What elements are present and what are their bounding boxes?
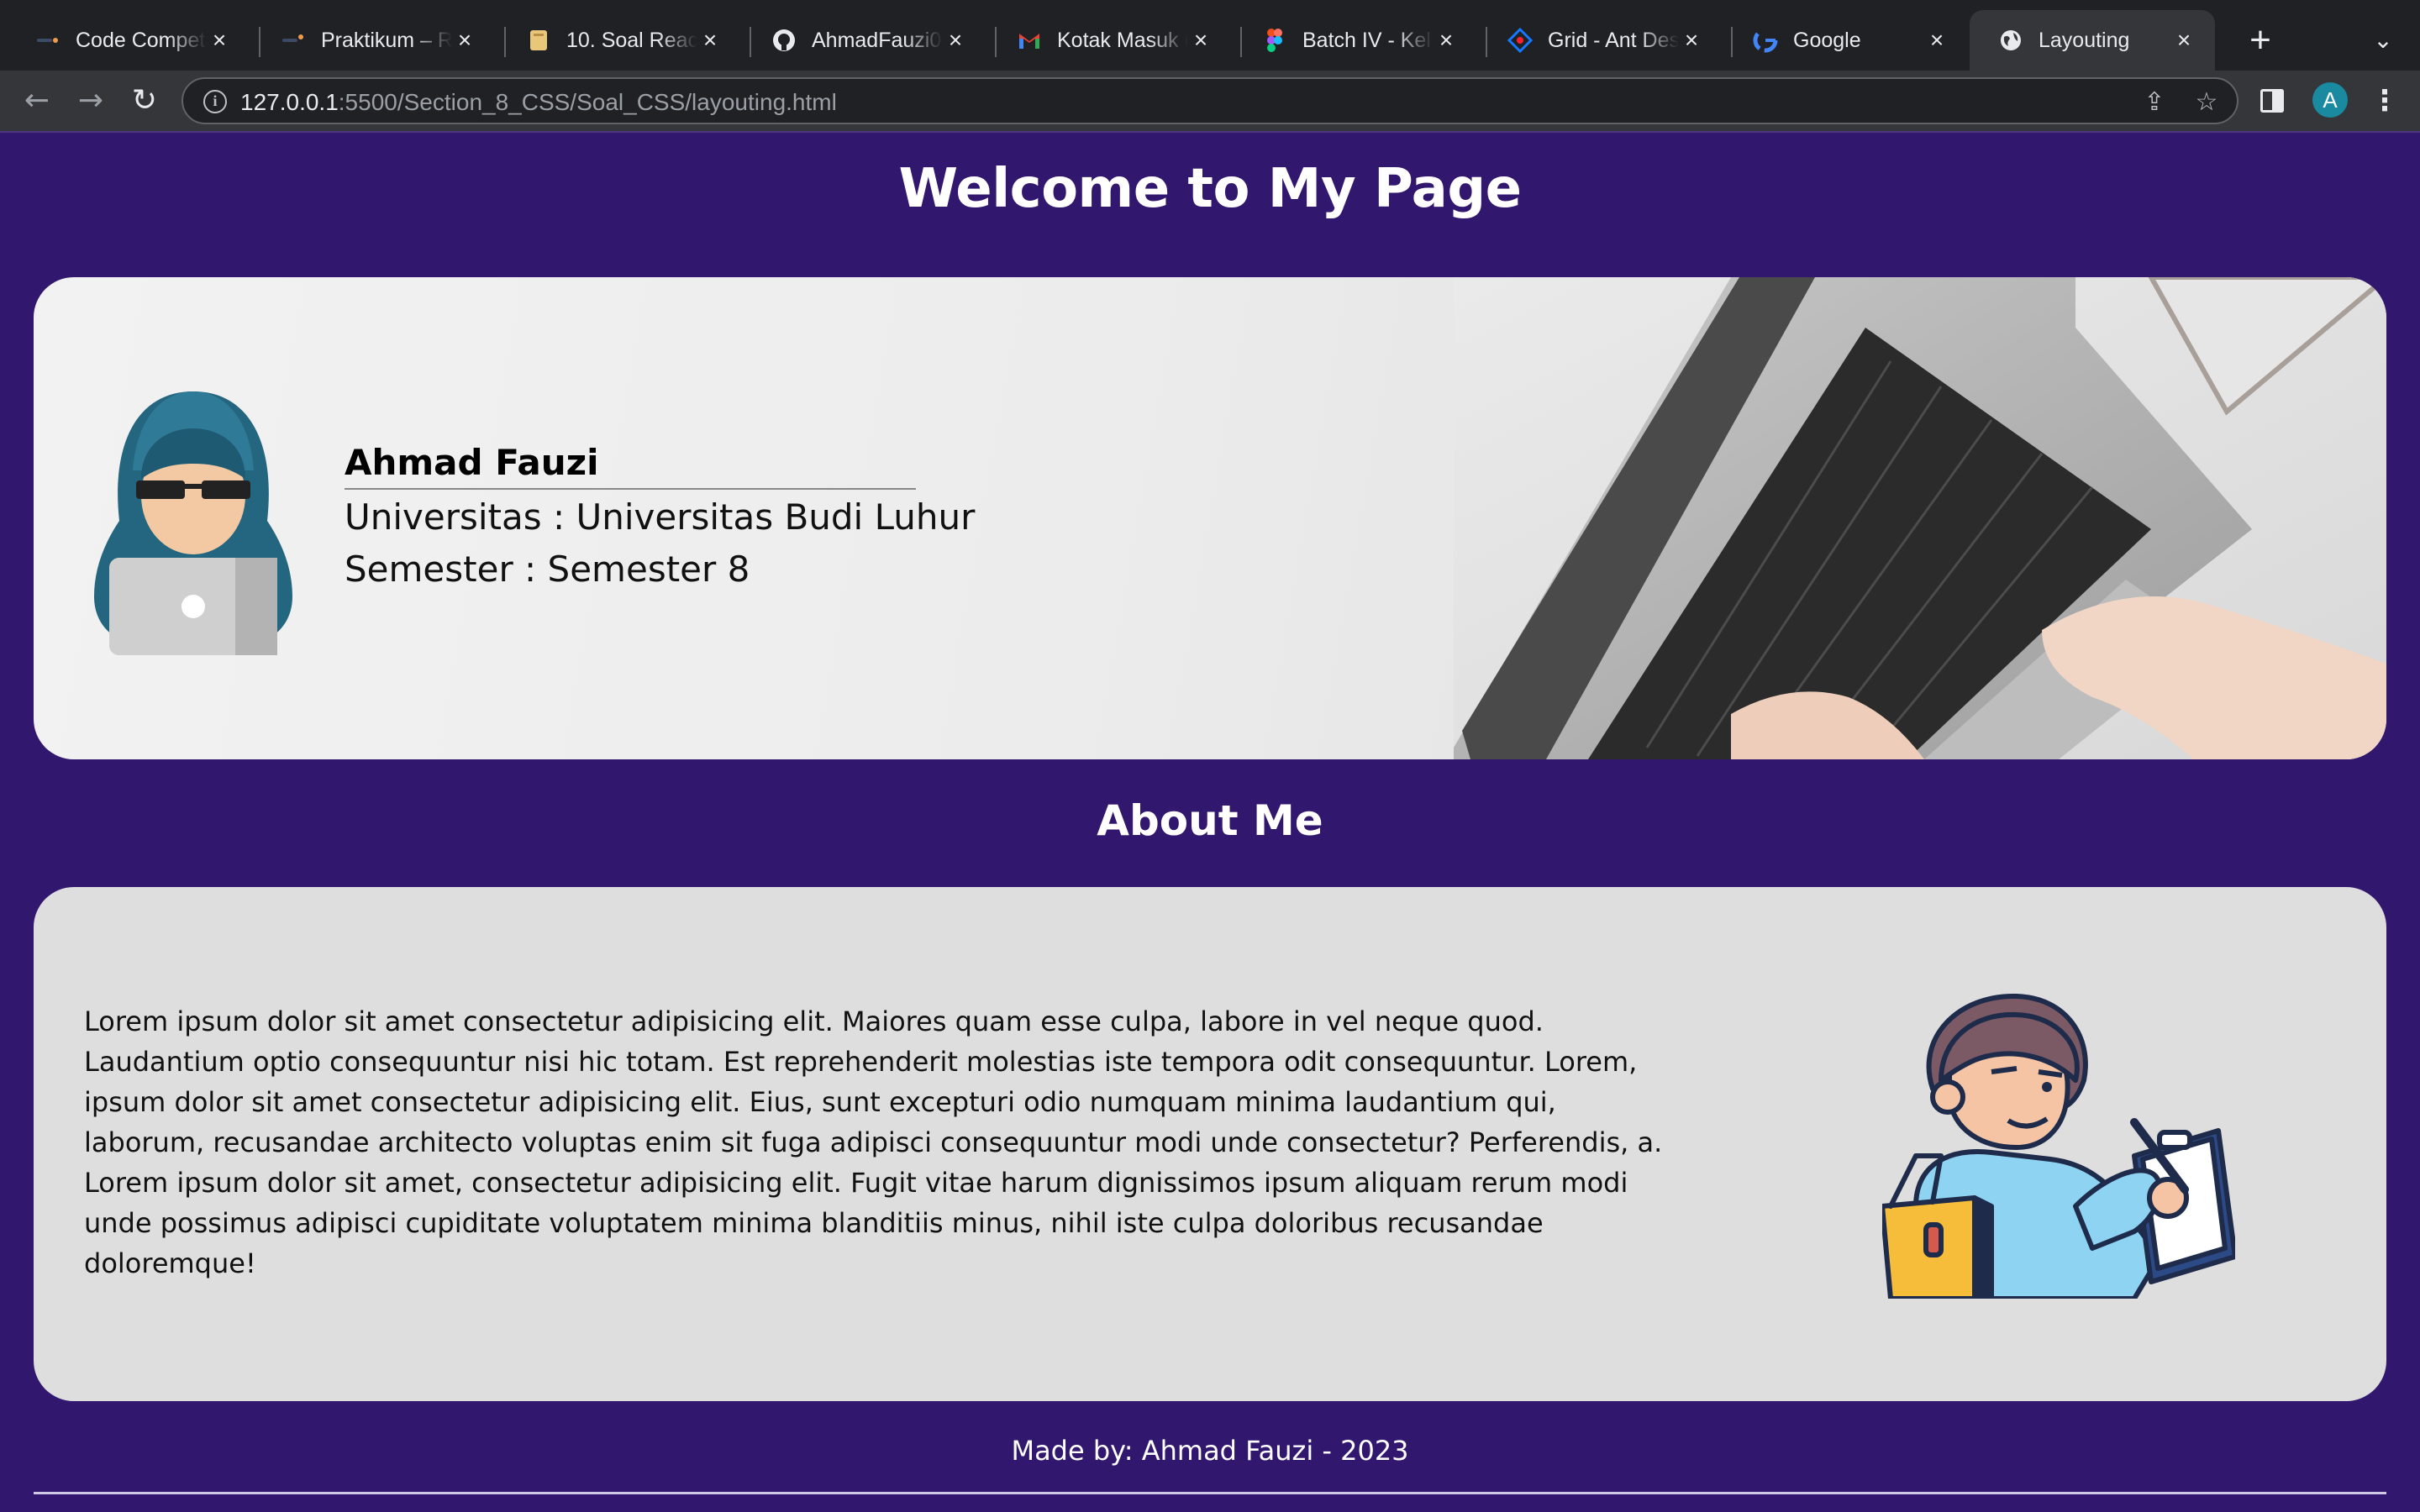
notebook-icon — [526, 28, 551, 53]
profile-banner: Ahmad Fauzi Universitas : Universitas Bu… — [34, 277, 2386, 759]
tab-strip: Code Competence × Praktikum – React × 10… — [0, 0, 2420, 71]
dark-logo-icon — [281, 28, 306, 53]
tab-ant-design[interactable]: Grid - Ant Des × — [1479, 10, 1723, 71]
figma-icon — [1262, 28, 1287, 53]
share-icon[interactable]: ⇪ — [2138, 86, 2171, 119]
page-title: Welcome to My Page — [898, 158, 1522, 220]
url-text[interactable]: 127.0.0.1:5500/Section_8_CSS/Soal_CSS/la… — [240, 89, 837, 116]
hacker-avatar-icon — [94, 391, 292, 655]
side-panel-icon[interactable] — [2259, 84, 2287, 118]
tab-title: 10. Soal React — [566, 28, 697, 52]
tab-title: Grid - Ant Des — [1548, 28, 1679, 52]
back-arrow-icon[interactable]: ← — [15, 79, 59, 123]
new-tab-button[interactable]: + — [2237, 18, 2284, 66]
github-icon — [771, 28, 797, 53]
tab-github[interactable]: AhmadFauzi07 × — [743, 10, 986, 71]
profile-name: Ahmad Fauzi — [345, 442, 916, 490]
close-icon[interactable]: × — [207, 27, 232, 54]
tab-layouting[interactable]: Layouting × — [1970, 10, 2215, 71]
laptop-hands-photo — [1454, 277, 2386, 759]
profile-info: Ahmad Fauzi Universitas : Universitas Bu… — [345, 442, 975, 594]
page-footer: Made by: Ahmad Fauzi - 2023 — [1011, 1435, 1409, 1467]
browser-toolbar: ← → ↻ i 127.0.0.1:5500/Section_8_CSS/Soa… — [0, 71, 2420, 131]
gmail-icon — [1017, 28, 1042, 53]
tab-title: Batch IV - Kel — [1302, 28, 1431, 52]
bookmark-star-icon[interactable]: ☆ — [2190, 86, 2223, 119]
reload-icon[interactable]: ↻ — [123, 79, 166, 123]
tab-title: Google — [1793, 28, 1861, 52]
address-bar[interactable]: i 127.0.0.1:5500/Section_8_CSS/Soal_CSS/… — [182, 77, 2238, 124]
tab-gmail[interactable]: Kotak Masuk ( × — [988, 10, 1232, 71]
tab-search-chevron-icon[interactable]: ⌄ — [2363, 20, 2403, 60]
close-icon[interactable]: × — [1188, 27, 1213, 54]
google-icon — [1753, 28, 1778, 53]
url-host: 127.0.0.1 — [240, 89, 339, 115]
forward-arrow-icon[interactable]: → — [69, 79, 113, 123]
tab-praktikum[interactable]: Praktikum – React × — [252, 10, 496, 71]
close-icon[interactable]: × — [697, 27, 723, 54]
profile-university: Universitas : Universitas Budi Luhur — [345, 496, 976, 538]
profile-semester: Semester : Semester 8 — [345, 549, 750, 590]
url-path: :5500/Section_8_CSS/Soal_CSS/layouting.h… — [338, 89, 837, 115]
tab-title: Layouting — [2039, 28, 2130, 52]
tab-code-competence[interactable]: Code Competence × — [7, 10, 250, 71]
tab-figma[interactable]: Batch IV - Kel × — [1234, 10, 1477, 71]
about-paragraph: Lorem ipsum dolor sit amet consectetur a… — [84, 1005, 1663, 1279]
site-info-icon[interactable]: i — [203, 90, 227, 113]
about-card: Lorem ipsum dolor sit amet consectetur a… — [34, 887, 2386, 1401]
tab-title: AhmadFauzi07 — [812, 28, 943, 52]
close-icon[interactable]: × — [1924, 27, 1949, 54]
close-icon[interactable]: × — [1679, 27, 1704, 54]
tab-title: Code Competence — [76, 28, 207, 52]
close-icon[interactable]: × — [1434, 27, 1459, 54]
tab-title: Kotak Masuk ( — [1057, 28, 1188, 52]
tab-google[interactable]: Google × — [1724, 10, 1968, 71]
dark-logo-icon — [35, 28, 60, 53]
about-heading: About Me — [1097, 796, 1323, 845]
profile-avatar[interactable]: A — [2312, 82, 2348, 118]
tab-title: Praktikum – React — [321, 28, 452, 52]
tab-soal-react[interactable]: 10. Soal React × — [497, 10, 741, 71]
close-icon[interactable]: × — [452, 27, 477, 54]
student-clipboard-illustration — [1882, 993, 2235, 1299]
close-icon[interactable]: × — [943, 27, 968, 54]
more-menu-icon[interactable]: ⋮ — [2368, 82, 2402, 119]
antd-icon — [1507, 28, 1533, 53]
web-page: Welcome to My Page Ahmad Fauzi Universit… — [0, 131, 2420, 1512]
footer-divider — [34, 1492, 2386, 1494]
close-icon[interactable]: × — [2171, 27, 2196, 54]
globe-icon — [1998, 28, 2023, 53]
